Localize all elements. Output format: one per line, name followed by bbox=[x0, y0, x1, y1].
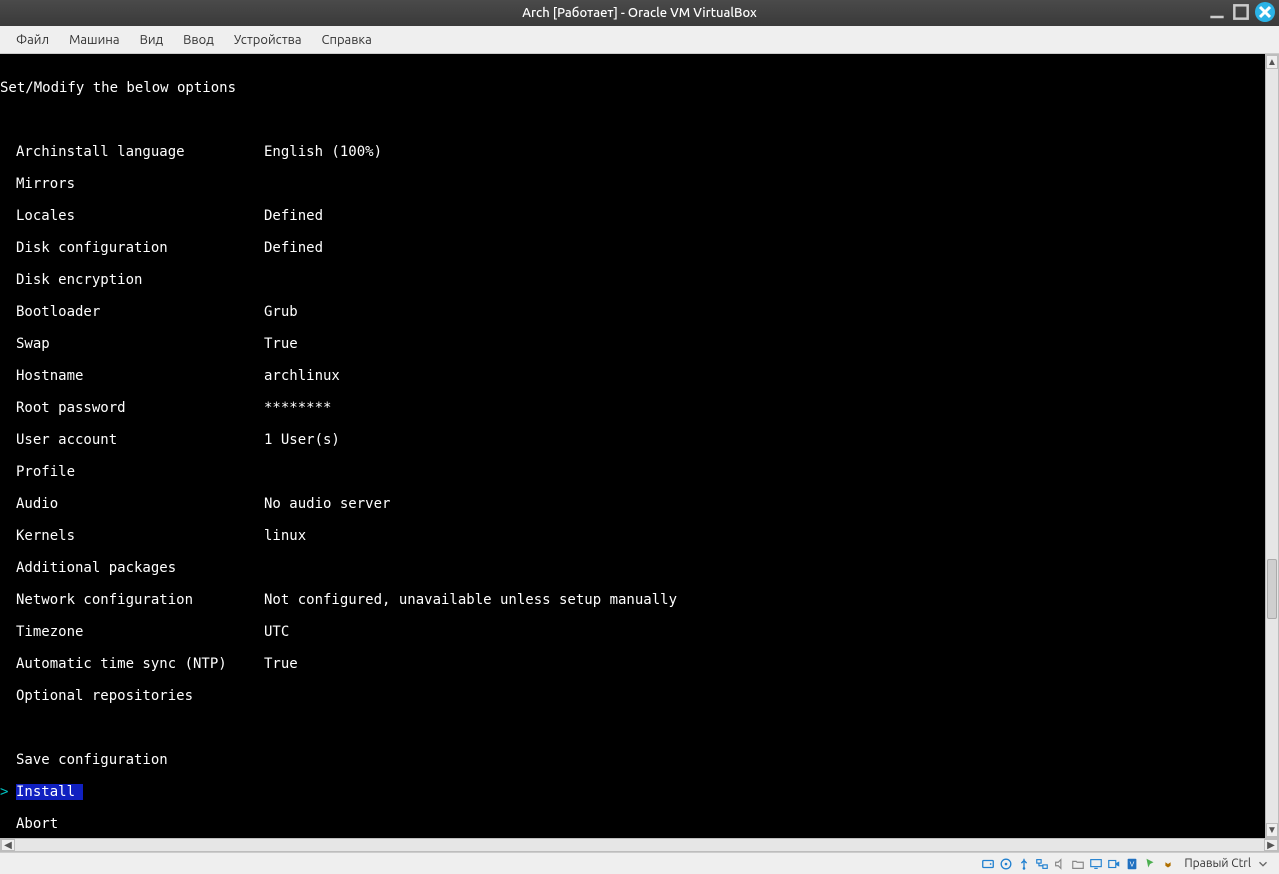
menu-machine[interactable]: Машина bbox=[59, 29, 130, 51]
option-kernels[interactable]: Kernelslinux bbox=[0, 528, 1265, 544]
status-bar: V Правый Ctrl bbox=[0, 852, 1279, 874]
window-titlebar: Arch [Работает] - Oracle VM VirtualBox bbox=[0, 0, 1279, 26]
option-label: Bootloader bbox=[0, 304, 264, 320]
vertical-scrollbar[interactable]: ▲ ▼ bbox=[1265, 54, 1279, 838]
option-label: Mirrors bbox=[0, 176, 264, 192]
scroll-up-icon[interactable]: ▲ bbox=[1266, 55, 1278, 69]
option-mirrors[interactable]: Mirrors bbox=[0, 176, 1265, 192]
option-value: True bbox=[264, 656, 298, 672]
menu-file[interactable]: Файл bbox=[6, 29, 59, 51]
option-value: No audio server bbox=[264, 496, 390, 512]
option-network-configuration[interactable]: Network configurationNot configured, una… bbox=[0, 592, 1265, 608]
minimize-button[interactable] bbox=[1207, 2, 1227, 22]
option-optional-repositories[interactable]: Optional repositories bbox=[0, 688, 1265, 704]
close-button[interactable] bbox=[1255, 2, 1275, 22]
option-root-password[interactable]: Root password******** bbox=[0, 400, 1265, 416]
option-archinstall-language[interactable]: Archinstall languageEnglish (100%) bbox=[0, 144, 1265, 160]
option-label: Disk configuration bbox=[0, 240, 264, 256]
option-label: Additional packages bbox=[0, 560, 264, 576]
option-value: ******** bbox=[264, 400, 331, 416]
option-value: Grub bbox=[264, 304, 298, 320]
option-label: Hostname bbox=[0, 368, 264, 384]
option-value: UTC bbox=[264, 624, 289, 640]
guest-terminal[interactable]: Set/Modify the below options Archinstall… bbox=[0, 54, 1265, 838]
option-label: Profile bbox=[0, 464, 264, 480]
action-save-configuration[interactable]: Save configuration bbox=[0, 752, 1265, 768]
option-swap[interactable]: SwapTrue bbox=[0, 336, 1265, 352]
network-icon[interactable] bbox=[1034, 856, 1050, 872]
option-label: Optional repositories bbox=[0, 688, 264, 704]
menu-bar: Файл Машина Вид Ввод Устройства Справка bbox=[0, 26, 1279, 54]
audio-icon[interactable] bbox=[1052, 856, 1068, 872]
menu-help[interactable]: Справка bbox=[312, 29, 382, 51]
menu-input[interactable]: Ввод bbox=[173, 29, 224, 51]
scroll-left-icon[interactable]: ◀ bbox=[1, 839, 15, 851]
svg-text:V: V bbox=[1130, 861, 1135, 868]
mouse-integration-icon[interactable] bbox=[1142, 856, 1158, 872]
option-value: archlinux bbox=[264, 368, 340, 384]
optical-disk-icon[interactable] bbox=[998, 856, 1014, 872]
option-value: Defined bbox=[264, 208, 323, 224]
option-label: Archinstall language bbox=[0, 144, 264, 160]
option-profile[interactable]: Profile bbox=[0, 464, 1265, 480]
option-ntp[interactable]: Automatic time sync (NTP)True bbox=[0, 656, 1265, 672]
scroll-thumb[interactable] bbox=[1267, 559, 1277, 619]
option-label: Root password bbox=[0, 400, 264, 416]
option-value: linux bbox=[264, 528, 306, 544]
menu-view[interactable]: Вид bbox=[130, 29, 174, 51]
display-icon[interactable] bbox=[1088, 856, 1104, 872]
option-label: Swap bbox=[0, 336, 264, 352]
action-install[interactable]: > Install bbox=[0, 784, 1265, 800]
option-label: Audio bbox=[0, 496, 264, 512]
option-label: Kernels bbox=[0, 528, 264, 544]
usb-icon[interactable] bbox=[1016, 856, 1032, 872]
option-label: Network configuration bbox=[0, 592, 264, 608]
option-value: True bbox=[264, 336, 298, 352]
option-label: Automatic time sync (NTP) bbox=[0, 656, 264, 672]
keyboard-capture-icon[interactable] bbox=[1160, 856, 1176, 872]
shared-folder-icon[interactable] bbox=[1070, 856, 1086, 872]
option-value: Not configured, unavailable unless setup… bbox=[264, 592, 677, 608]
option-label: Locales bbox=[0, 208, 264, 224]
option-disk-encryption[interactable]: Disk encryption bbox=[0, 272, 1265, 288]
action-abort[interactable]: Abort bbox=[0, 816, 1265, 832]
option-label: Disk encryption bbox=[0, 272, 264, 288]
scroll-right-icon[interactable]: ▶ bbox=[1264, 839, 1278, 851]
harddisk-icon[interactable] bbox=[980, 856, 996, 872]
scroll-track[interactable] bbox=[1266, 69, 1278, 823]
option-additional-packages[interactable]: Additional packages bbox=[0, 560, 1265, 576]
option-value: 1 User(s) bbox=[264, 432, 340, 448]
option-user-account[interactable]: User account1 User(s) bbox=[0, 432, 1265, 448]
option-bootloader[interactable]: BootloaderGrub bbox=[0, 304, 1265, 320]
action-install-label: Install bbox=[16, 784, 83, 800]
chevron-down-icon[interactable] bbox=[1255, 856, 1271, 872]
guest-additions-icon[interactable]: V bbox=[1124, 856, 1140, 872]
recording-icon[interactable] bbox=[1106, 856, 1122, 872]
option-disk-configuration[interactable]: Disk configurationDefined bbox=[0, 240, 1265, 256]
maximize-button[interactable] bbox=[1231, 2, 1251, 22]
option-timezone[interactable]: TimezoneUTC bbox=[0, 624, 1265, 640]
horizontal-scrollbar[interactable]: ◀ ▶ bbox=[0, 838, 1279, 852]
terminal-header: Set/Modify the below options bbox=[0, 80, 1265, 96]
option-label: Timezone bbox=[0, 624, 264, 640]
option-hostname[interactable]: Hostnamearchlinux bbox=[0, 368, 1265, 384]
option-audio[interactable]: AudioNo audio server bbox=[0, 496, 1265, 512]
selection-caret-icon: > bbox=[0, 784, 8, 800]
option-value: Defined bbox=[264, 240, 323, 256]
scroll-down-icon[interactable]: ▼ bbox=[1266, 823, 1278, 837]
host-key-label: Правый Ctrl bbox=[1184, 857, 1251, 870]
window-title: Arch [Работает] - Oracle VM VirtualBox bbox=[522, 6, 757, 20]
option-label: User account bbox=[0, 432, 264, 448]
option-locales[interactable]: LocalesDefined bbox=[0, 208, 1265, 224]
menu-devices[interactable]: Устройства bbox=[224, 29, 312, 51]
option-value: English (100%) bbox=[264, 144, 382, 160]
